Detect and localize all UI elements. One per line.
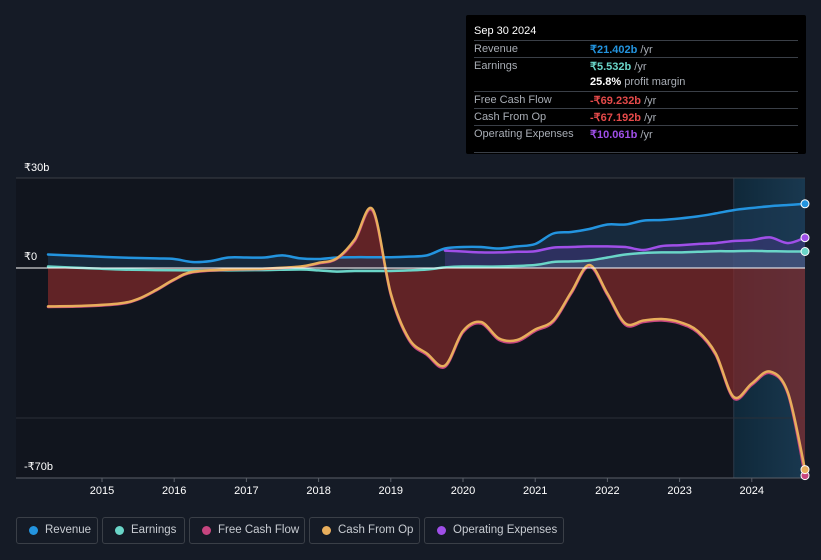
tooltip-value: ₹21.402b /yr [590, 43, 653, 56]
x-tick-label: 2019 [378, 485, 404, 497]
tooltip-label: Revenue [474, 43, 519, 55]
tooltip-value-text: ₹10.061b [590, 129, 638, 141]
legend-item-cash-from-op[interactable]: Cash From Op [309, 517, 420, 544]
x-tick-label: 2020 [450, 485, 476, 497]
legend-item-free-cash-flow[interactable]: Free Cash Flow [189, 517, 305, 544]
tooltip-row-margin: 25.8% profit margin [474, 74, 798, 91]
x-tick-label: 2021 [522, 485, 548, 497]
x-tick-label: 2017 [234, 485, 259, 497]
tooltip-row-cfo: Cash From Op -₹67.192b /yr [474, 108, 798, 126]
x-tick-label: 2022 [595, 485, 620, 497]
legend-dot-icon [437, 526, 446, 535]
tooltip-unit: /yr [641, 112, 657, 124]
legend-dot-icon [202, 526, 211, 535]
legend-dot-icon [115, 526, 124, 535]
endpoint-cash-from-op[interactable] [800, 465, 810, 475]
tooltip-row-opex: Operating Expenses ₹10.061b /yr [474, 125, 798, 143]
x-tick-label: 2023 [667, 485, 692, 497]
tooltip-value: -₹67.192b /yr [590, 111, 656, 124]
tooltip-label: Cash From Op [474, 111, 547, 123]
tooltip-value-text: ₹5.532b [590, 61, 632, 73]
tooltip-row-fcf: Free Cash Flow -₹69.232b /yr [474, 91, 798, 109]
tooltip-label: Free Cash Flow [474, 94, 552, 106]
tooltip-unit: /yr [637, 44, 653, 56]
tooltip-label: Earnings [474, 60, 518, 72]
legend-dot-icon [29, 526, 38, 535]
tooltip-value: -₹69.232b /yr [590, 94, 656, 107]
tooltip-divider [474, 152, 798, 153]
tooltip-value-text: ₹21.402b [590, 44, 638, 56]
tooltip-unit: /yr [631, 61, 647, 73]
legend-item-operating-expenses[interactable]: Operating Expenses [424, 517, 564, 544]
legend-dot-icon [322, 526, 331, 535]
tooltip-value: ₹5.532b /yr [590, 60, 647, 73]
x-tick-label: 2018 [306, 485, 331, 497]
endpoint-operating-expenses[interactable] [800, 233, 810, 243]
tooltip-value-text: -₹69.232b [590, 95, 642, 107]
x-tick-label: 2024 [739, 485, 765, 497]
tooltip-unit: profit margin [621, 76, 686, 88]
tooltip-unit: /yr [637, 129, 653, 141]
y-tick-label: ₹0 [24, 251, 38, 263]
y-tick-label: ₹30b [24, 162, 50, 174]
x-tick-label: 2016 [161, 485, 187, 497]
tooltip-value: ₹10.061b /yr [590, 128, 653, 141]
legend-label: Revenue [45, 524, 92, 536]
tooltip-panel: Sep 30 2024 Revenue ₹21.402b /yr Earning… [466, 15, 806, 154]
tooltip-unit: /yr [641, 95, 657, 107]
legend-label: Cash From Op [338, 524, 414, 536]
x-tick-label: 2015 [89, 485, 115, 497]
endpoint-revenue[interactable] [800, 199, 810, 209]
tooltip-row-revenue: Revenue ₹21.402b /yr [474, 40, 798, 58]
tooltip-label: Operating Expenses [474, 128, 574, 140]
legend-item-revenue[interactable]: Revenue [16, 517, 98, 544]
y-tick-label: -₹70b [24, 461, 54, 473]
legend-label: Earnings [131, 524, 177, 536]
tooltip-row-earnings: Earnings ₹5.532b /yr [474, 57, 798, 75]
legend-item-earnings[interactable]: Earnings [102, 517, 185, 544]
endpoint-earnings[interactable] [800, 247, 810, 256]
tooltip-value: 25.8% profit margin [590, 76, 685, 88]
legend-label: Operating Expenses [453, 524, 558, 536]
tooltip-value-text: 25.8% [590, 76, 622, 88]
tooltip-date: Sep 30 2024 [474, 25, 537, 37]
legend-label: Free Cash Flow [218, 524, 300, 536]
tooltip-value-text: -₹67.192b [590, 112, 642, 124]
